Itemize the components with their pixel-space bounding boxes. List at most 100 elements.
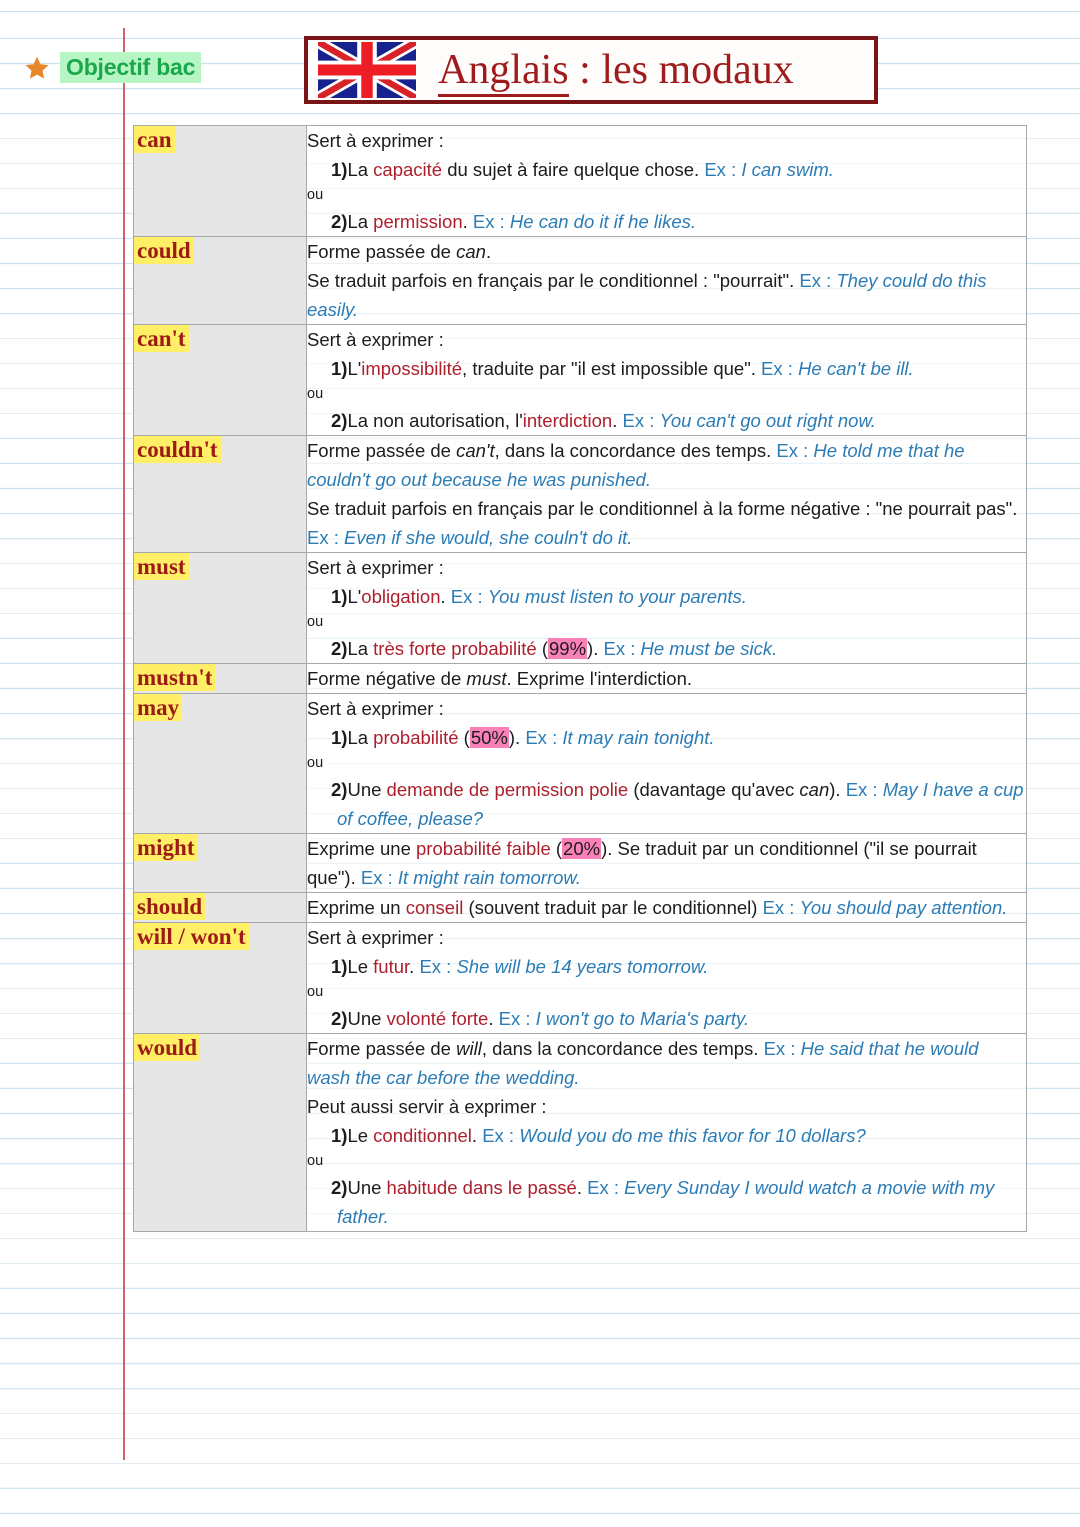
modal-name: will / won't	[134, 923, 249, 951]
example-label: Ex :	[845, 779, 883, 800]
definition-item: 1)La capacité du sujet à faire quelque c…	[307, 155, 1026, 184]
example-text: It may rain tonight.	[562, 727, 715, 748]
text-lead: Forme passée de	[307, 440, 457, 461]
definition-paragraph: Exprime une probabilité faible (20%). Se…	[307, 834, 1026, 892]
example-label: Ex :	[704, 159, 742, 180]
definition-item: 1)Le futur. Ex : She will be 14 years to…	[307, 952, 1026, 981]
text-tail: (souvent traduit par le conditionnel)	[463, 897, 763, 918]
example-text: You should pay attention.	[799, 897, 1008, 918]
definition-intro: Sert à exprimer :	[307, 557, 444, 578]
item-keyword: probabilité faible	[416, 838, 551, 859]
definition-item: 2)Une demande de permission polie (davan…	[307, 775, 1026, 833]
table-row: can't Sert à exprimer : 1)L'impossibilit…	[133, 324, 1027, 436]
or-separator: ou	[307, 755, 324, 771]
modal-name: must	[134, 553, 189, 581]
definition-cell: Forme négative de must. Exprime l'interd…	[306, 663, 1027, 694]
definition-cell: Sert à exprimer : 1)Le futur. Ex : She w…	[306, 922, 1027, 1034]
definition-item: 2)Une habitude dans le passé. Ex : Every…	[307, 1173, 1026, 1231]
text-lead: Exprime un	[307, 897, 406, 918]
example-text: She will be 14 years tomorrow.	[456, 956, 709, 977]
example-label: Ex :	[360, 867, 398, 888]
table-row: should Exprime un conseil (souvent tradu…	[133, 892, 1027, 923]
item-keyword: obligation	[361, 586, 441, 607]
definition-intro: Sert à exprimer :	[307, 927, 444, 948]
text-tail: , dans la concordance des temps.	[481, 1038, 764, 1059]
modal-name: couldn't	[134, 436, 221, 464]
item-mid: (	[550, 838, 563, 859]
text-italic: can	[799, 779, 830, 800]
definition-paragraph: Forme négative de must. Exprime l'interd…	[307, 664, 1026, 693]
item-lead: Une	[347, 1008, 387, 1029]
item-lead: Le	[347, 956, 374, 977]
table-row: will / won't Sert à exprimer : 1)Le futu…	[133, 922, 1027, 1034]
example-text: He can do it if he likes.	[509, 211, 697, 232]
example-label: Ex :	[776, 440, 814, 461]
table-row: mustn't Forme négative de must. Exprime …	[133, 663, 1027, 694]
example-text: He can't be ill.	[798, 358, 914, 379]
text-lead: Exprime une	[307, 838, 416, 859]
table-row: might Exprime une probabilité faible (20…	[133, 833, 1027, 893]
example-text: I can swim.	[741, 159, 834, 180]
example-text: It might rain tomorrow.	[397, 867, 581, 888]
or-separator: ou	[307, 386, 324, 402]
item-keyword: habitude dans le passé	[386, 1177, 577, 1198]
definition-item: 1)Le conditionnel. Ex : Would you do me …	[307, 1121, 1026, 1150]
item-lead: La	[347, 211, 374, 232]
modal-name-cell: couldn't	[133, 435, 307, 553]
item-tail: (davantage qu'avec	[628, 779, 800, 800]
modal-name: may	[134, 694, 183, 722]
item-keyword: impossibilité	[361, 358, 463, 379]
modal-name: can	[134, 126, 175, 154]
page-header: Objectif bac Anglais : les modaux	[0, 0, 1080, 122]
item-number: 2)	[331, 638, 348, 659]
text-lead: Se traduit parfois en français par le co…	[307, 498, 1018, 519]
percent-highlight: 50%	[469, 727, 509, 748]
definition-cell: Forme passée de will, dans la concordanc…	[306, 1033, 1027, 1232]
example-label: Ex :	[799, 270, 837, 291]
modal-name-cell: will / won't	[133, 922, 307, 1034]
page-title-rest: : les modaux	[568, 47, 794, 93]
example-label: Ex :	[762, 897, 800, 918]
definition-cell: Sert à exprimer : 1)La probabilité (50%)…	[306, 693, 1027, 834]
percent-highlight: 99%	[548, 638, 588, 659]
example-label: Ex :	[622, 410, 660, 431]
item-lead: La	[347, 727, 374, 748]
item-lead: Une	[347, 779, 387, 800]
item-number: 1)	[331, 956, 348, 977]
table-row: could Forme passée de can. Se traduit pa…	[133, 236, 1027, 325]
margin-line	[123, 28, 125, 1460]
table-row: must Sert à exprimer : 1)L'obligation. E…	[133, 552, 1027, 664]
item-number: 2)	[331, 1177, 348, 1198]
example-text: Even if she would, she couln't do it.	[344, 527, 633, 548]
modal-name: mustn't	[134, 664, 216, 692]
or-separator: ou	[307, 984, 324, 1000]
definition-item: 1)La probabilité (50%). Ex : It may rain…	[307, 723, 1026, 752]
example-label: Ex :	[763, 1038, 801, 1059]
modal-name: should	[134, 893, 206, 921]
table-row: couldn't Forme passée de can't, dans la …	[133, 435, 1027, 553]
item-number: 1)	[331, 358, 348, 379]
page-title: Anglais : les modaux	[438, 47, 794, 97]
definition-intro: Sert à exprimer :	[307, 329, 444, 350]
table-row: can Sert à exprimer : 1)La capacité du s…	[133, 125, 1027, 237]
definition-cell: Sert à exprimer : 1)L'obligation. Ex : Y…	[306, 552, 1027, 664]
item-keyword: permission	[373, 211, 463, 232]
example-text: He must be sick.	[640, 638, 778, 659]
modal-name-cell: might	[133, 833, 307, 893]
percent-highlight: 20%	[562, 838, 602, 859]
item-keyword: volonté forte	[386, 1008, 489, 1029]
example-label: Ex :	[587, 1177, 625, 1198]
text-italic: will	[456, 1038, 482, 1059]
item-keyword: conditionnel	[373, 1125, 472, 1146]
text-lead: Forme passée de	[307, 241, 457, 262]
definition-paragraph: Forme passée de can.	[307, 237, 1026, 266]
text-tail: .	[485, 241, 492, 262]
item-number: 1)	[331, 1125, 348, 1146]
item-keyword: conseil	[405, 897, 464, 918]
title-box: Anglais : les modaux	[304, 36, 878, 104]
item-lead: La	[347, 638, 374, 659]
definition-item: 1)L'obligation. Ex : You must listen to …	[307, 582, 1026, 611]
table-row: would Forme passée de will, dans la conc…	[133, 1033, 1027, 1232]
item-number: 2)	[331, 211, 348, 232]
modal-name-cell: may	[133, 693, 307, 834]
